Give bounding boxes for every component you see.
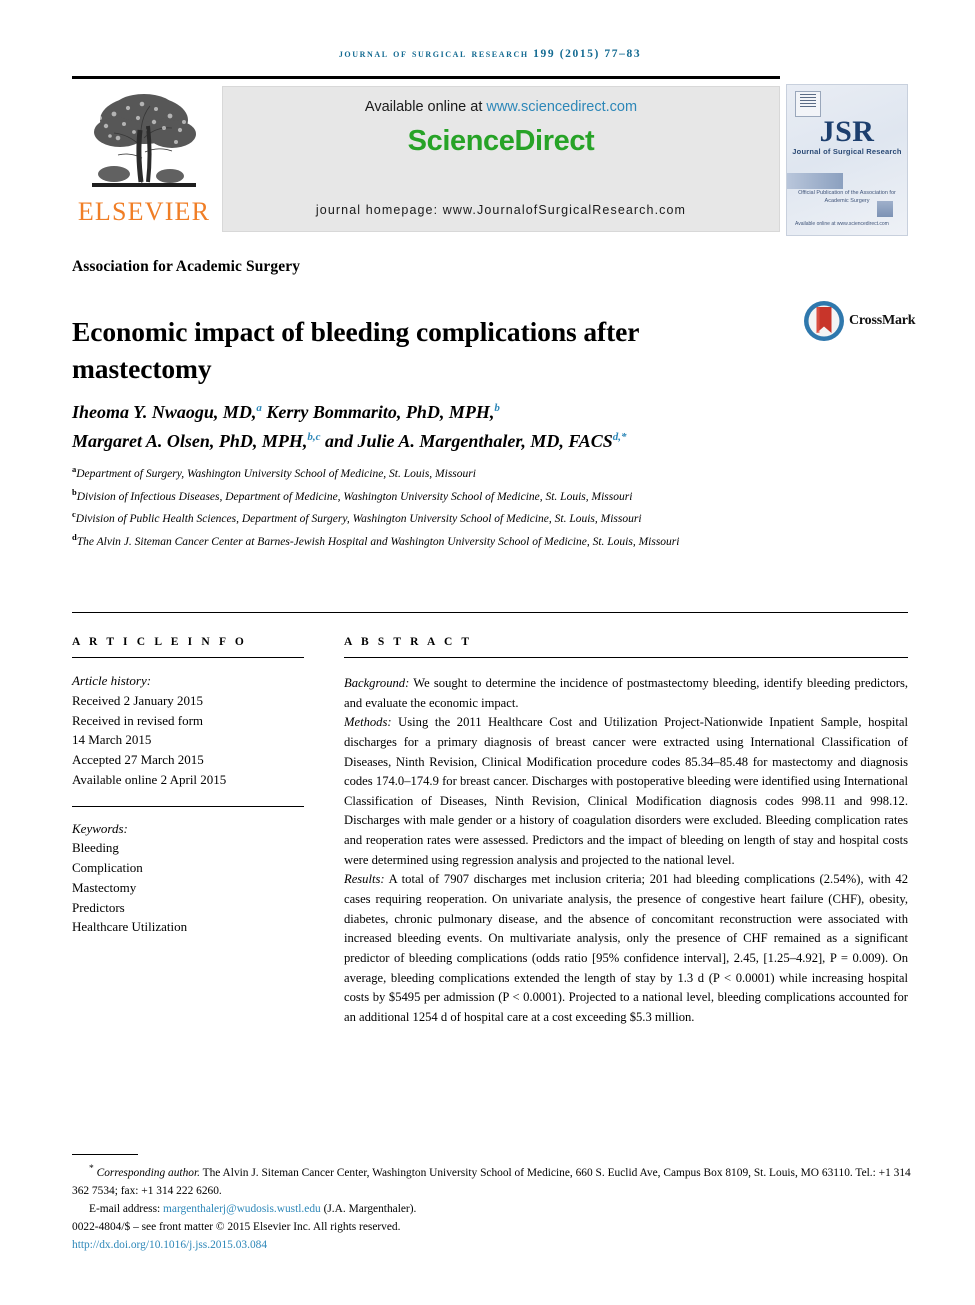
sciencedirect-banner: Available online at www.sciencedirect.co… [222, 86, 780, 232]
keyword-item: Healthcare Utilization [72, 919, 188, 935]
cover-association-line: Official Publication of the Association … [798, 190, 896, 205]
corresponding-author-label: Corresponding author. [96, 1166, 200, 1179]
author-line-1: Iheoma Y. Nwaogu, MD,a Kerry Bommarito, … [72, 398, 832, 427]
abstract-label-results: Results: [344, 872, 385, 887]
abstract-label-methods: Methods: [344, 715, 392, 730]
copyright-line: 0022-4804/$ – see front matter © 2015 El… [72, 1220, 401, 1233]
cover-elsevier-icon [795, 91, 821, 117]
abstract-body: Background: We sought to determine the i… [344, 674, 908, 1028]
masthead-top-rule [72, 76, 780, 79]
crossmark-badge[interactable]: CrossMark [803, 300, 916, 350]
affiliation-text: The Alvin J. Siteman Cancer Center at Ba… [76, 535, 680, 548]
author-affil-marker-d: d,* [612, 431, 627, 444]
history-item: Available online 2 April 2015 [72, 771, 227, 787]
affiliation-item: bDivision of Infectious Diseases, Depart… [72, 485, 852, 508]
available-online-text: Available online at [364, 99, 487, 115]
author-list: Iheoma Y. Nwaogu, MD,a Kerry Bommarito, … [72, 398, 832, 456]
journal-cover-thumbnail: JSR Journal of Surgical Research Officia… [786, 84, 908, 236]
article-history-label: Article history: [72, 673, 152, 688]
cover-footer-line: Available online at www.sciencedirect.co… [795, 220, 889, 227]
author-name-nwaogu: Iheoma Y. Nwaogu, MD, [72, 402, 257, 422]
journal-article-page: Journal of Surgical Research 199 (2015) … [0, 0, 975, 1305]
email-link[interactable]: margenthalerj@wudosis.wustl.edu [163, 1203, 321, 1215]
history-item: Received in revised form [72, 712, 204, 728]
abstract-label-background: Background: [344, 676, 410, 690]
keyword-item: Predictors [72, 899, 125, 915]
page-title: Economic impact of bleeding complication… [72, 316, 639, 384]
abstract-text-results: A total of 7907 discharges met inclusion… [344, 872, 908, 1024]
corresponding-marker: * [89, 1164, 94, 1174]
elsevier-logo: ELSEVIER [72, 84, 216, 236]
affiliation-text: Department of Surgery, Washington Univer… [76, 467, 476, 480]
affiliation-item: aDepartment of Surgery, Washington Unive… [72, 462, 852, 485]
abstract-text-background: We sought to determine the incidence of … [344, 676, 908, 710]
footnote-block: * Corresponding author. The Alvin J. Sit… [72, 1162, 912, 1254]
abstract-heading: A B S T R A C T [344, 636, 473, 648]
crossmark-label: CrossMark [849, 313, 916, 328]
keywords-label: Keywords: [72, 820, 128, 836]
email-note: E-mail address: margenthalerj@wudosis.wu… [72, 1200, 912, 1218]
elsevier-wordmark: ELSEVIER [77, 197, 211, 226]
doi-link[interactable]: http://dx.doi.org/10.1016/j.jss.2015.03.… [72, 1236, 912, 1254]
sciencedirect-logo[interactable]: ScienceDirect [223, 125, 779, 158]
article-history: Article history: Received 2 January 2015… [72, 671, 310, 790]
keyword-item: Mastectomy [72, 879, 137, 895]
affiliation-item: cDivision of Public Health Sciences, Dep… [72, 507, 852, 530]
running-head: Journal of Surgical Research 199 (2015) … [338, 48, 642, 60]
cover-title: JSR [819, 115, 875, 148]
masthead: ELSEVIER Available online at www.science… [72, 84, 908, 236]
author-name-olsen: Margaret A. Olsen, PhD, MPH, [72, 431, 308, 452]
keyword-item: Bleeding [72, 840, 119, 856]
author-affil-marker-bc: b,c [307, 431, 321, 444]
article-info-underline [72, 657, 304, 658]
email-suffix: (J.A. Margenthaler). [320, 1202, 417, 1215]
author-affil-marker-b: b [494, 402, 500, 414]
keywords-divider [72, 805, 304, 807]
history-item: Received 2 January 2015 [72, 692, 204, 708]
cover-subtitle: Journal of Surgical Research [792, 147, 902, 156]
abstract-section-results: Results: A total of 7907 discharges met … [344, 870, 908, 1027]
abstract-underline [344, 657, 908, 658]
corresponding-author-note: * Corresponding author. The Alvin J. Sit… [72, 1162, 912, 1200]
abstract-section-background: Background: We sought to determine the i… [344, 674, 908, 713]
affiliation-text: Division of Public Health Sciences, Depa… [75, 513, 642, 526]
body-top-rule [72, 612, 908, 613]
email-label: E-mail address: [89, 1202, 164, 1215]
keyword-item: Complication [72, 860, 143, 875]
affiliation-item: dThe Alvin J. Siteman Cancer Center at B… [72, 530, 852, 553]
journal-homepage-line[interactable]: journal homepage: www.JournalofSurgicalR… [223, 203, 779, 217]
sciencedirect-link[interactable]: www.sciencedirect.com [486, 99, 637, 115]
history-item: Accepted 27 March 2015 [72, 752, 204, 767]
footnote-rule [72, 1154, 138, 1155]
society-line: Association for Academic Surgery [72, 258, 301, 275]
article-info-column: A R T I C L E I N F O Article history: R… [72, 636, 310, 937]
available-online-line: Available online at www.sciencedirect.co… [223, 99, 779, 115]
keyword-list: Keywords: Bleeding Complication Mastecto… [72, 819, 310, 938]
abstract-text-methods: Using the 2011 Healthcare Cost and Utili… [344, 715, 908, 867]
cover-accent-bar-left [787, 173, 843, 189]
author-name-margenthaler: and Julie A. Margenthaler, MD, FACS [320, 431, 613, 452]
author-line-2: Margaret A. Olsen, PhD, MPH,b,c and Juli… [72, 427, 832, 456]
history-item: 14 March 2015 [72, 732, 152, 748]
abstract-section-methods: Methods: Using the 2011 Healthcare Cost … [344, 713, 908, 870]
author-name-bommarito: Kerry Bommarito, PhD, MPH, [261, 402, 495, 422]
affiliation-list: aDepartment of Surgery, Washington Unive… [72, 462, 852, 552]
abstract-column: A B S T R A C T Background: We sought to… [344, 636, 908, 1028]
article-info-heading: A R T I C L E I N F O [72, 636, 247, 648]
affiliation-text: Division of Infectious Diseases, Departm… [76, 490, 633, 503]
elsevier-tree-icon [84, 86, 204, 198]
crossmark-icon [803, 300, 845, 342]
